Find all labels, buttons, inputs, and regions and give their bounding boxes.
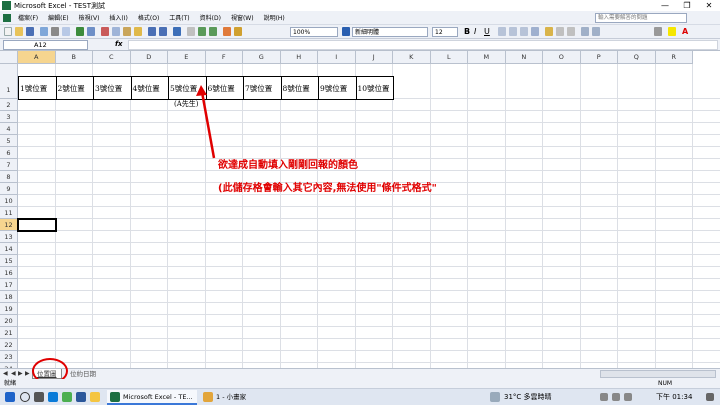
weather-icon[interactable] (490, 392, 500, 402)
next-sheet-icon[interactable]: ▶ (18, 370, 23, 377)
horizontal-scrollbar[interactable] (600, 370, 716, 378)
tray-weather[interactable]: 31°C 多雲時晴 (504, 392, 552, 402)
start-icon[interactable] (5, 392, 15, 402)
word-icon[interactable] (76, 392, 86, 402)
sheet-tab-bar: ◀ ◀ ▶ ▶ 位置圖 位約日期 (0, 368, 720, 379)
sheet-tab-date[interactable]: 位約日期 (66, 369, 100, 379)
task-view-icon[interactable] (34, 392, 44, 402)
annotation-line-2: (此儲存格會輸入其它內容,無法使用"條件式格式" (218, 183, 437, 194)
arrow-head (196, 85, 207, 96)
status-ready: 就緒 (4, 380, 17, 387)
arrow-shaft (200, 91, 216, 159)
prev-sheet-icon[interactable]: ◀ (11, 370, 16, 377)
notifications-icon[interactable] (706, 393, 714, 401)
search-icon[interactable] (20, 392, 30, 402)
tray-clock[interactable]: 下午 01:34 (656, 392, 692, 402)
annotation-arrow (196, 85, 216, 159)
windows-taskbar: Microsoft Excel - TE... 1 - 小畫家 31°C 多雲時… (0, 388, 720, 405)
network-icon[interactable] (600, 393, 608, 401)
ime-icon[interactable] (624, 393, 632, 401)
volume-icon[interactable] (612, 393, 620, 401)
excel-taskbar-icon (110, 392, 120, 402)
paint-taskbar-icon (203, 392, 213, 402)
edge-icon[interactable] (48, 392, 58, 402)
annotation-line-1: 欲達成自動填入剛剛回報的顏色 (218, 160, 358, 171)
status-num-lock: NUM (658, 380, 673, 387)
taskbar-excel[interactable]: Microsoft Excel - TE... (107, 390, 197, 405)
last-sheet-icon[interactable]: ▶ (25, 370, 30, 377)
chrome-icon[interactable] (62, 392, 72, 402)
folder-icon[interactable] (90, 392, 100, 402)
first-sheet-icon[interactable]: ◀ (3, 370, 8, 377)
status-bar: 就緒 NUM (0, 379, 720, 388)
